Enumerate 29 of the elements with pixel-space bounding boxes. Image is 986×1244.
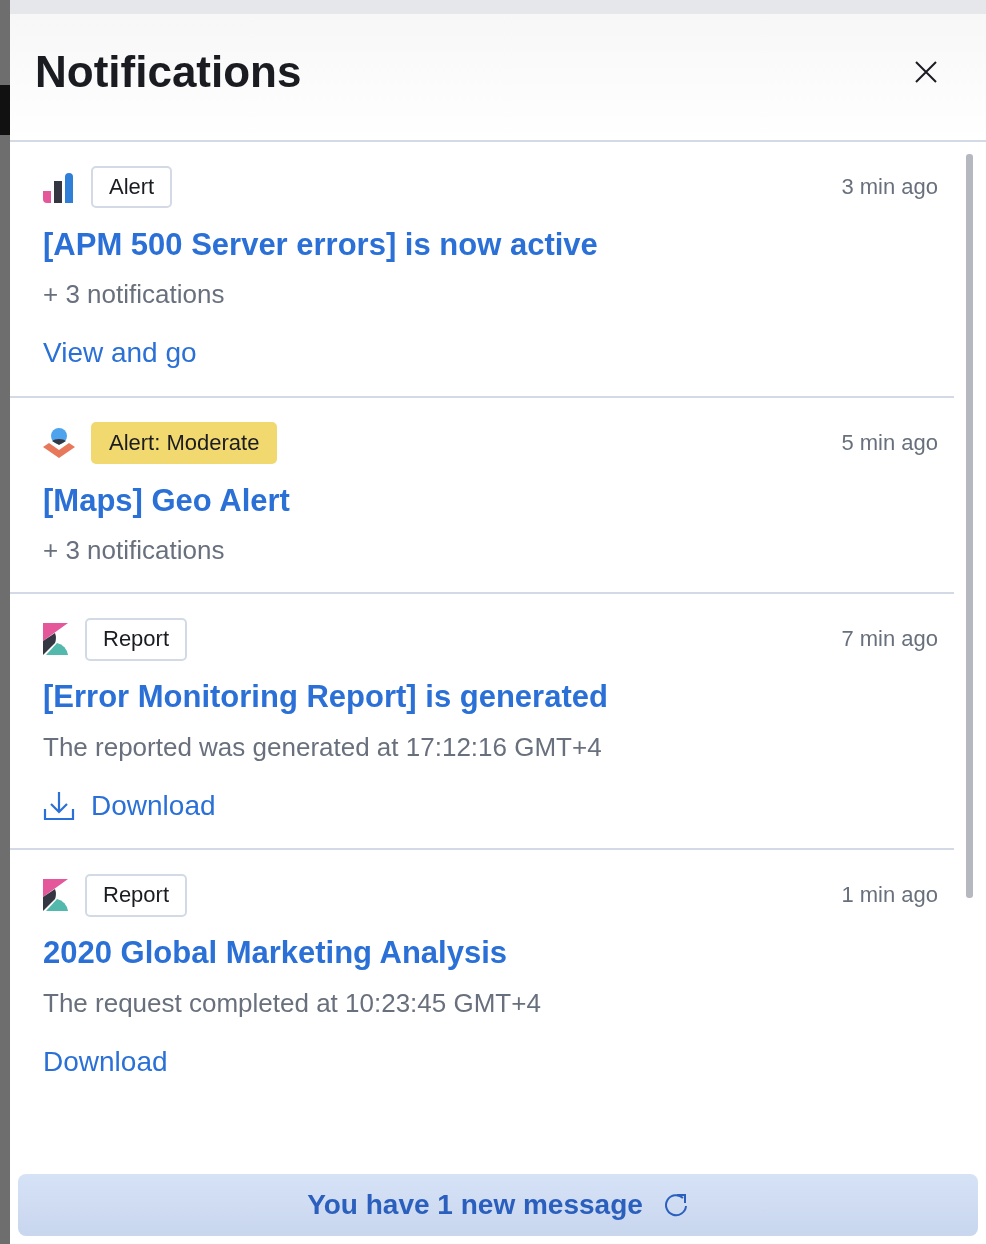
- notification-title-link[interactable]: [APM 500 Server errors] is now active: [43, 226, 598, 264]
- badge: Report: [85, 874, 188, 917]
- notification-title-link[interactable]: [Maps] Geo Alert: [43, 481, 290, 520]
- notification-description: + 3 notifications: [43, 535, 225, 567]
- notification-description: The request completed at 10:23:45 GMT+4: [43, 987, 541, 1019]
- k-logo-icon: [43, 623, 69, 656]
- scrollbar[interactable]: [966, 154, 973, 898]
- badge: Report: [85, 618, 188, 661]
- new-message-banner[interactable]: You have 1 new message: [18, 1174, 978, 1236]
- bar-chart-icon: [43, 171, 75, 203]
- notification-description: The reported was generated at 17:12:16 GMT+4: [43, 731, 602, 763]
- k-logo-icon: [43, 879, 69, 912]
- notification-title-link[interactable]: 2020 Global Marketing Analysis: [43, 934, 508, 972]
- timestamp: 3 min ago: [841, 174, 938, 200]
- notification-description: + 3 notifications: [43, 279, 225, 311]
- timestamp: 1 min ago: [841, 882, 938, 909]
- action-link[interactable]: Download: [43, 1044, 168, 1079]
- close-icon[interactable]: [914, 60, 938, 84]
- badge: Alert: [91, 165, 173, 209]
- action-link[interactable]: Download: [43, 788, 216, 823]
- refresh-icon: [662, 1192, 689, 1218]
- timestamp: 5 min ago: [841, 429, 938, 456]
- badge: Alert: Moderate: [91, 421, 278, 465]
- notification-title-link[interactable]: [Error Monitoring Report] is generated: [43, 678, 608, 716]
- download-icon: [43, 790, 75, 821]
- panel-title: Notifications: [35, 47, 302, 97]
- timestamp: 7 min ago: [841, 626, 938, 653]
- action-link[interactable]: View and go: [43, 336, 197, 370]
- pin-icon: [43, 426, 75, 459]
